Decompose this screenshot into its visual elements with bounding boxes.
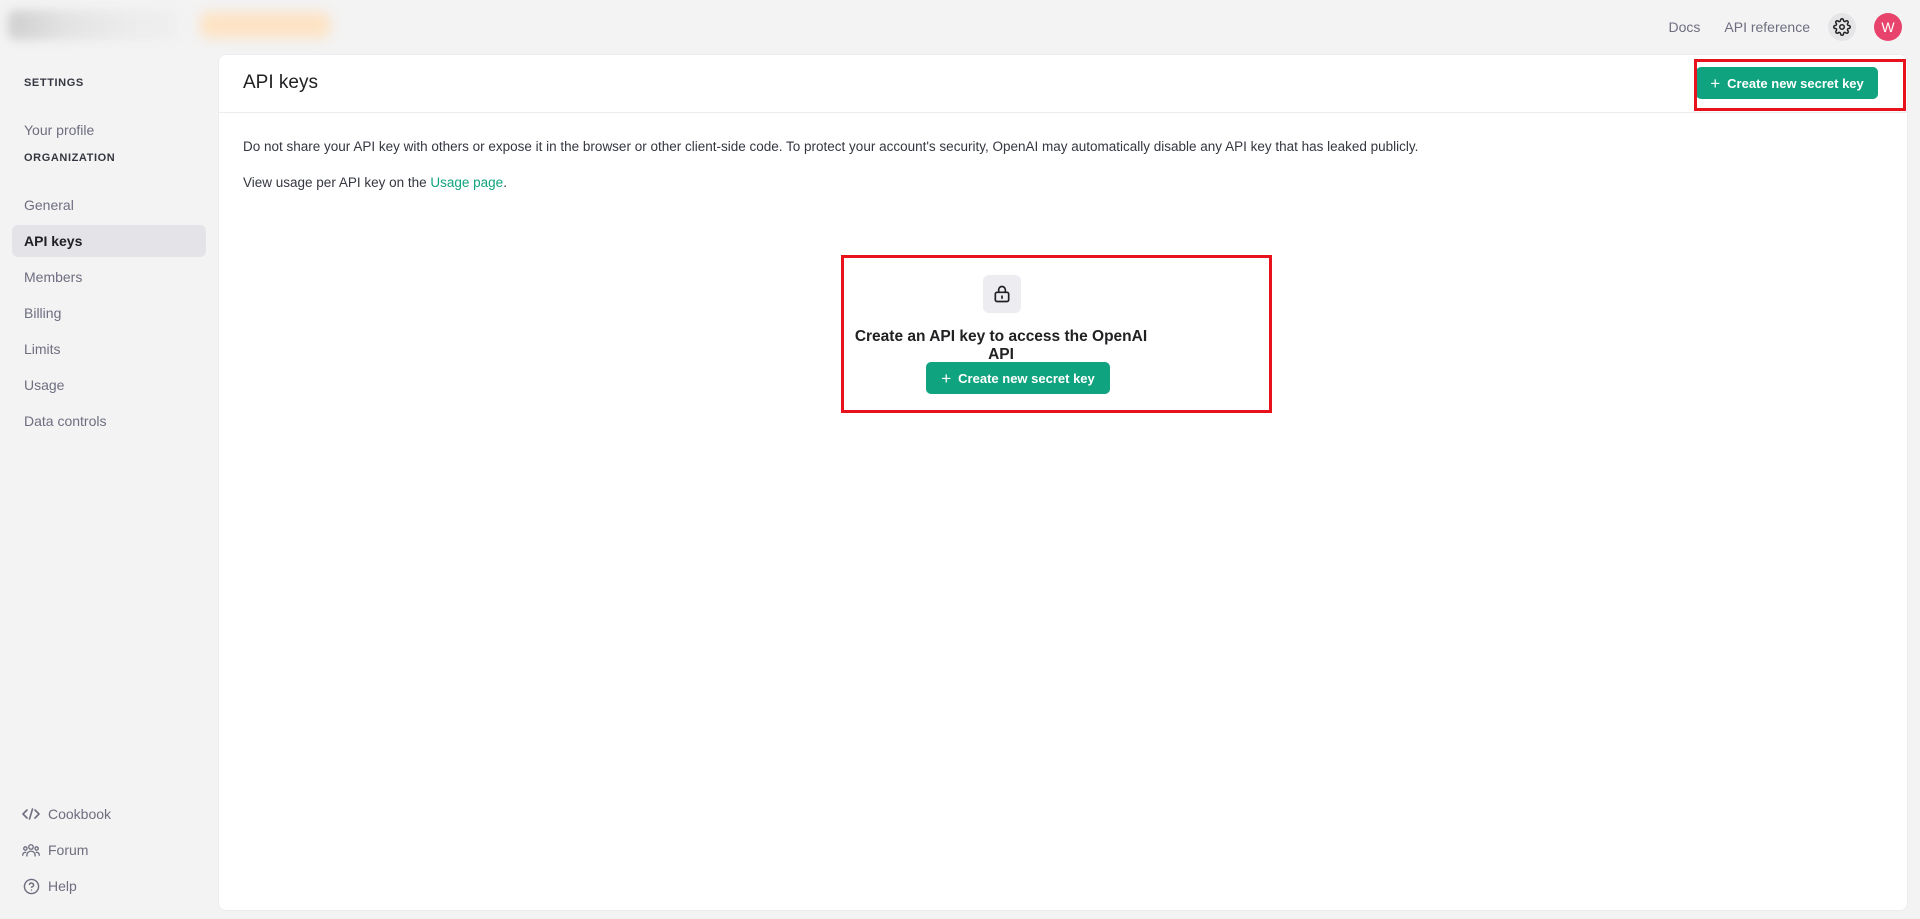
sidebar-link-help[interactable]: Help bbox=[22, 875, 77, 897]
cookbook-label: Cookbook bbox=[48, 806, 112, 822]
top-links: Docs API reference W bbox=[1668, 11, 1902, 43]
main-panel: API keys + Create new secret key Do not … bbox=[218, 54, 1908, 911]
sidebar-item-data-controls[interactable]: Data controls bbox=[12, 405, 206, 437]
page-title: API keys bbox=[243, 72, 318, 93]
sidebar-item-api-keys[interactable]: API keys bbox=[12, 225, 206, 257]
organization-heading: ORGANIZATION bbox=[24, 152, 116, 164]
empty-state-title: Create an API key to access the OpenAI A… bbox=[854, 328, 1148, 363]
sidebar-item-billing[interactable]: Billing bbox=[12, 297, 206, 329]
docs-link[interactable]: Docs bbox=[1668, 19, 1700, 35]
empty-state: Create an API key to access the OpenAI A… bbox=[845, 275, 1157, 395]
create-secret-key-button[interactable]: + Create new secret key bbox=[1696, 67, 1878, 99]
help-label: Help bbox=[48, 878, 77, 894]
code-icon bbox=[22, 805, 40, 823]
create-secret-key-label: Create new secret key bbox=[1727, 75, 1864, 91]
help-circle-icon bbox=[22, 877, 40, 895]
sidebar-item-limits[interactable]: Limits bbox=[12, 333, 206, 365]
user-avatar[interactable]: W bbox=[1874, 13, 1902, 41]
security-notice: Do not share your API key with others or… bbox=[243, 139, 1419, 154]
api-reference-link[interactable]: API reference bbox=[1724, 19, 1810, 35]
usage-prefix: View usage per API key on the bbox=[243, 175, 431, 190]
sidebar-link-forum[interactable]: Forum bbox=[22, 839, 88, 861]
settings-heading: SETTINGS bbox=[24, 77, 84, 89]
page-header: API keys + Create new secret key bbox=[219, 55, 1907, 113]
usage-page-link[interactable]: Usage page bbox=[430, 175, 503, 190]
settings-button[interactable] bbox=[1828, 13, 1856, 41]
lock-icon-container bbox=[983, 275, 1021, 313]
lock-icon bbox=[994, 285, 1010, 303]
usage-notice: View usage per API key on the Usage page… bbox=[243, 175, 507, 190]
sidebar-item-members[interactable]: Members bbox=[12, 261, 206, 293]
sidebar-item-your-profile[interactable]: Your profile bbox=[12, 114, 206, 146]
sidebar: SETTINGS Your profile ORGANIZATION Gener… bbox=[0, 54, 218, 919]
top-bar: Docs API reference W bbox=[0, 0, 1920, 54]
usage-suffix: . bbox=[503, 175, 507, 190]
gear-icon bbox=[1833, 18, 1851, 36]
create-secret-key-center-label: Create new secret key bbox=[958, 370, 1095, 386]
forum-label: Forum bbox=[48, 842, 89, 858]
plus-icon: + bbox=[941, 368, 952, 388]
sidebar-item-usage[interactable]: Usage bbox=[12, 369, 206, 401]
plus-icon: + bbox=[1710, 73, 1721, 93]
people-icon bbox=[22, 841, 40, 859]
sidebar-item-general[interactable]: General bbox=[12, 189, 206, 221]
blurred-org-selector[interactable] bbox=[200, 12, 330, 38]
create-secret-key-button-center[interactable]: + Create new secret key bbox=[926, 362, 1110, 394]
blurred-logo bbox=[8, 10, 178, 40]
sidebar-link-cookbook[interactable]: Cookbook bbox=[22, 803, 111, 825]
